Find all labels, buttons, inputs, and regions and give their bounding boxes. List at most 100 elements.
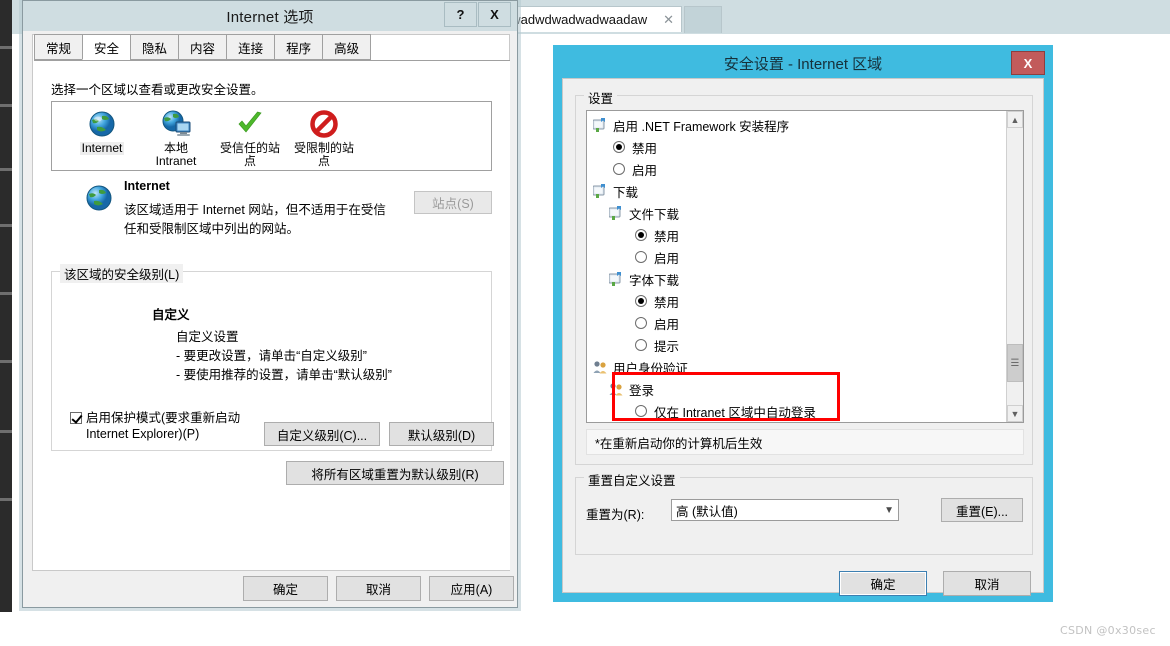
protected-mode-label: 启用保护模式(要求重新启动 Internet Explorer)(P) [86, 411, 241, 441]
list-item[interactable]: 禁用 [591, 224, 997, 246]
apply-button[interactable]: 应用(A) [429, 576, 514, 601]
list-item[interactable]: 匿名登录 [591, 422, 997, 423]
list-item-label: 启用 [654, 317, 680, 332]
list-item-label: 禁用 [654, 229, 680, 244]
reset-all-zones-button[interactable]: 将所有区域重置为默认级别(R) [286, 461, 504, 485]
tab-close-icon[interactable]: ✕ [660, 12, 677, 28]
globe-icon [66, 106, 138, 142]
new-tab-button[interactable] [684, 6, 722, 33]
internet-options-tabs: 常规 安全 隐私 内容 连接 程序 高级 [34, 34, 372, 60]
zone-detail-globe-icon [84, 183, 114, 216]
radio-button[interactable] [635, 295, 647, 307]
security-level-name: 自定义 [152, 308, 190, 322]
help-button[interactable]: ? [444, 2, 477, 27]
radio-button[interactable] [613, 163, 625, 175]
list-item[interactable]: 提示 [591, 334, 997, 356]
default-level-button[interactable]: 默认级别(D) [389, 422, 494, 446]
settings-group: 设置 启用 .NET Framework 安装程序 禁用 启用 下载 文件下载 … [575, 88, 1033, 465]
list-item[interactable]: 登录 [591, 378, 997, 400]
radio-button[interactable] [613, 141, 625, 153]
settings-list[interactable]: 启用 .NET Framework 安装程序 禁用 启用 下载 文件下载 禁用 … [586, 110, 1024, 423]
radio-button[interactable] [635, 317, 647, 329]
tab-privacy[interactable]: 隐私 [130, 34, 179, 60]
security-settings-titlebar: 安全设置 - Internet 区域 [553, 45, 1053, 81]
internet-options-footer: 确定 取消 应用(A) [32, 573, 514, 603]
list-item-label: 用户身份验证 [613, 361, 689, 376]
security-settings-body: 设置 启用 .NET Framework 安装程序 禁用 启用 下载 文件下载 … [562, 78, 1044, 596]
list-item-label: 仅在 Intranet 区域中自动登录 [654, 405, 816, 420]
list-item[interactable]: 启用 .NET Framework 安装程序 [591, 114, 997, 136]
list-item[interactable]: 启用 [591, 312, 997, 334]
list-item[interactable]: 文件下载 [591, 202, 997, 224]
security-level-description: 自定义设置 - 要更改设置，请单击“自定义级别” - 要使用推荐的设置，请单击“… [176, 330, 392, 382]
list-item-label: 禁用 [632, 141, 658, 156]
browser-tab-title: dwadwdwadwadwaadaw [504, 12, 648, 27]
list-item-label: 禁用 [654, 295, 680, 310]
security-settings-dialog: 安全设置 - Internet 区域 X 设置 启用 .NET Framewor… [553, 45, 1053, 602]
tab-connections[interactable]: 连接 [226, 34, 275, 60]
cancel-button[interactable]: 取消 [336, 576, 421, 601]
reset-level-dropdown[interactable]: 高 (默认值) ▼ [671, 499, 899, 521]
zone-item-restricted-sites[interactable]: 受限制的站点 [288, 106, 360, 170]
settings-list-items: 启用 .NET Framework 安装程序 禁用 启用 下载 文件下载 禁用 … [587, 111, 997, 422]
zone-label-local-intranet: 本地 Intranet [155, 141, 197, 168]
tab-programs[interactable]: 程序 [274, 34, 323, 60]
ok-button[interactable]: 确定 [243, 576, 328, 601]
settings-group-icon [592, 184, 608, 198]
tab-content[interactable]: 内容 [178, 34, 227, 60]
reset-group-legend: 重置自定义设置 [584, 470, 680, 489]
custom-level-button[interactable]: 自定义级别(C)... [264, 422, 380, 446]
watermark: CSDN @0x30sec [1060, 624, 1156, 637]
zone-item-local-intranet[interactable]: 本地 Intranet [140, 106, 212, 170]
list-item[interactable]: 禁用 [591, 136, 997, 158]
tab-security[interactable]: 安全 [82, 34, 131, 60]
zone-detail-title: Internet [124, 179, 170, 193]
list-item[interactable]: 禁用 [591, 290, 997, 312]
internet-options-titlebar: Internet 选项 [23, 1, 517, 31]
list-item-label: 登录 [629, 383, 655, 398]
list-item[interactable]: 启用 [591, 158, 997, 180]
scrollbar-thumb[interactable]: ☰ [1007, 344, 1023, 382]
settings-group-icon [592, 118, 608, 132]
settings-group-icon [608, 272, 624, 286]
reset-to-label: 重置为(R): [586, 508, 645, 522]
tab-advanced[interactable]: 高级 [322, 34, 372, 60]
radio-button[interactable] [635, 339, 647, 351]
left-edge-strip [0, 0, 12, 612]
settings-list-scrollbar[interactable]: ▲ ☰ ▼ [1006, 111, 1023, 422]
protected-mode-checkbox[interactable] [70, 412, 82, 424]
red-prohibited-icon [288, 106, 360, 142]
reset-button[interactable]: 重置(E)... [941, 498, 1023, 522]
security-settings-title: 安全设置 - Internet 区域 [723, 55, 883, 73]
list-item[interactable]: 仅在 Intranet 区域中自动登录 [591, 400, 997, 422]
list-item[interactable]: 下载 [591, 180, 997, 202]
chevron-up-icon[interactable]: ▲ [1007, 111, 1023, 128]
close-button[interactable]: X [478, 2, 511, 27]
zone-label-trusted-sites: 受信任的站点 [219, 141, 280, 168]
radio-button[interactable] [635, 229, 647, 241]
cancel-button[interactable]: 取消 [943, 571, 1031, 596]
zone-item-trusted-sites[interactable]: 受信任的站点 [214, 106, 286, 170]
restart-note: *在重新启动你的计算机后生效 [586, 429, 1024, 455]
close-button[interactable]: X [1011, 51, 1045, 75]
chevron-down-icon: ▼ [884, 504, 894, 516]
list-item[interactable]: 用户身份验证 [591, 356, 997, 378]
zone-item-internet[interactable]: Internet [66, 106, 138, 170]
chevron-down-icon[interactable]: ▼ [1007, 405, 1023, 422]
protected-mode-row[interactable]: 启用保护模式(要求重新启动 Internet Explorer)(P) [70, 410, 270, 442]
browser-tab[interactable]: dwadwdwadwadwaadaw ✕ [497, 6, 682, 32]
list-item[interactable]: 字体下载 [591, 268, 997, 290]
security-tab-panel: 选择一个区域以查看或更改安全设置。 Internet 本地 Intranet 受… [34, 61, 510, 570]
list-item-label: 启用 .NET Framework 安装程序 [613, 119, 790, 134]
security-level-group: 该区域的安全级别(L) 自定义 自定义设置 - 要更改设置，请单击“自定义级别”… [51, 264, 494, 451]
list-item-label: 启用 [632, 163, 658, 178]
radio-button[interactable] [635, 405, 647, 417]
zone-prompt-label: 选择一个区域以查看或更改安全设置。 [51, 83, 264, 97]
ok-button[interactable]: 确定 [839, 571, 927, 596]
radio-button[interactable] [635, 251, 647, 263]
reset-custom-settings-group: 重置自定义设置 重置为(R): 高 (默认值) ▼ 重置(E)... [575, 470, 1033, 555]
sites-button[interactable]: 站点(S) [414, 191, 492, 214]
tab-general[interactable]: 常规 [34, 34, 83, 60]
settings-group-icon [608, 206, 624, 220]
list-item[interactable]: 启用 [591, 246, 997, 268]
